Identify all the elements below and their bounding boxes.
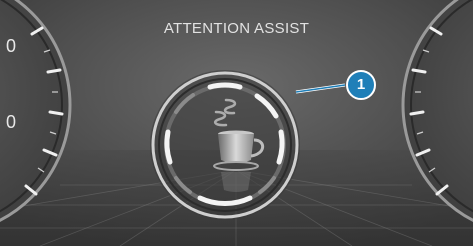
left-gauge-digit: 0 xyxy=(6,112,16,132)
right-gauge-tick xyxy=(409,110,425,116)
right-gauge-tick xyxy=(411,68,427,74)
left-gauge-digit: 0 xyxy=(6,36,16,56)
instrument-cluster-screen: 0 0 ATTENTION ASSIST 1 xyxy=(0,0,473,246)
left-gauge-tick xyxy=(46,68,62,74)
screen-title: ATTENTION ASSIST xyxy=(163,20,310,37)
gauge-segment xyxy=(207,82,243,90)
left-gauge-tick xyxy=(48,110,64,116)
callout-marker: 1 xyxy=(346,70,376,100)
